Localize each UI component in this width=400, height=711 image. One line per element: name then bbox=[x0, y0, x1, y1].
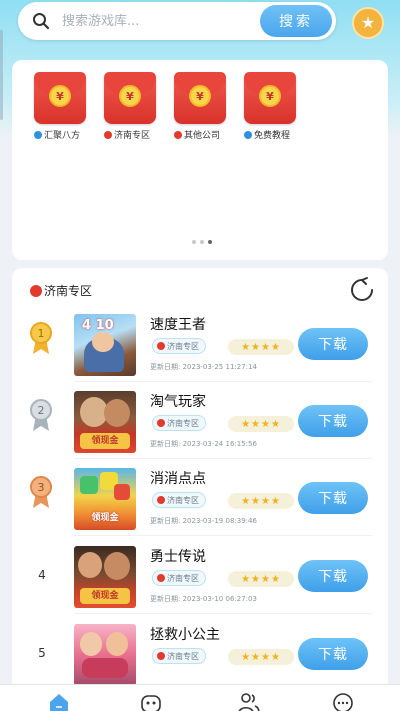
shortcut-item[interactable]: ¥ 汇聚八方 bbox=[34, 72, 94, 141]
search-icon bbox=[33, 13, 50, 30]
dot-icon bbox=[104, 130, 112, 139]
game-name: 淘气玩家 bbox=[150, 394, 206, 410]
update-date: 更新日期: 2023-03-10 06:27:03 bbox=[150, 595, 257, 603]
game-thumbnail[interactable]: 领现金 bbox=[74, 546, 136, 608]
shortcut-item[interactable]: ¥ 济南专区 bbox=[104, 72, 164, 141]
game-row[interactable]: 5 拯救小公主 济南专区 ★★★★ 下载 bbox=[12, 616, 388, 692]
rating-stars: ★★★★ bbox=[228, 649, 294, 665]
search-bar[interactable]: 搜索 bbox=[18, 2, 336, 40]
rating-stars: ★★★★ bbox=[228, 493, 294, 509]
zone-tag: 济南专区 bbox=[152, 338, 206, 354]
star-icon: ★ bbox=[360, 13, 376, 32]
bottom-nav bbox=[0, 684, 400, 711]
game-thumbnail[interactable]: 4 10 bbox=[74, 314, 136, 376]
rank-number: 4 bbox=[38, 568, 46, 582]
zone-tag: 济南专区 bbox=[152, 648, 206, 664]
rating-stars: ★★★★ bbox=[228, 339, 294, 355]
update-date: 更新日期: 2023-03-24 16:15:56 bbox=[150, 440, 257, 448]
shortcut-item[interactable]: ¥ 免费教程 bbox=[244, 72, 304, 141]
chat-icon[interactable] bbox=[332, 691, 354, 711]
game-row[interactable]: 3 领现金 消消点点 济南专区 ★★★★ 更新日期: 2023-03-19 08… bbox=[12, 460, 388, 536]
game-name: 拯救小公主 bbox=[150, 627, 220, 643]
section-title: 济南专区 bbox=[44, 284, 93, 298]
red-envelope-icon: ¥ bbox=[104, 72, 156, 124]
game-name: 速度王者 bbox=[150, 317, 206, 333]
rank-number: 5 bbox=[38, 646, 46, 660]
silver-medal-icon: 2 bbox=[30, 399, 52, 431]
refresh-icon[interactable] bbox=[348, 276, 376, 304]
shortcut-label: 其他公司 bbox=[184, 131, 221, 141]
shortcut-item[interactable]: ¥ 其他公司 bbox=[174, 72, 234, 141]
game-name: 勇士传说 bbox=[150, 549, 206, 565]
game-row[interactable]: 1 4 10 速度王者 济南专区 ★★★★ 更新日期: 2023-03-25 1… bbox=[12, 306, 388, 382]
dot-icon bbox=[174, 130, 182, 139]
dot-icon bbox=[244, 130, 252, 139]
red-envelope-icon: ¥ bbox=[34, 72, 86, 124]
zone-tag: 济南专区 bbox=[152, 415, 206, 431]
search-input[interactable] bbox=[62, 10, 252, 32]
game-thumbnail[interactable] bbox=[74, 624, 136, 686]
rating-stars: ★★★★ bbox=[228, 416, 294, 432]
game-thumbnail[interactable]: 领现金 bbox=[74, 391, 136, 453]
shortcut-card: ¥ 汇聚八方 ¥ 济南专区 ¥ 其他公司 ¥ 免费教程 bbox=[12, 60, 388, 260]
game-row[interactable]: 2 领现金 淘气玩家 济南专区 ★★★★ 更新日期: 2023-03-24 16… bbox=[12, 383, 388, 459]
scroll-indicator[interactable] bbox=[0, 30, 3, 120]
game-name: 消消点点 bbox=[150, 471, 206, 487]
shortcut-label: 济南专区 bbox=[114, 131, 151, 141]
users-icon[interactable] bbox=[238, 691, 260, 711]
download-button[interactable]: 下载 bbox=[298, 328, 368, 360]
svg-text:2: 2 bbox=[38, 404, 45, 417]
update-date: 更新日期: 2023-03-25 11:27:14 bbox=[150, 363, 257, 371]
avatar[interactable]: ★ bbox=[352, 7, 384, 39]
bronze-medal-icon: 3 bbox=[30, 476, 52, 508]
download-button[interactable]: 下载 bbox=[298, 482, 368, 514]
shortcut-label: 汇聚八方 bbox=[44, 131, 81, 141]
svg-text:1: 1 bbox=[38, 327, 45, 340]
dot-icon bbox=[34, 130, 42, 139]
red-envelope-icon: ¥ bbox=[244, 72, 296, 124]
zone-tag: 济南专区 bbox=[152, 492, 206, 508]
zone-tag: 济南专区 bbox=[152, 570, 206, 586]
gamepad-icon[interactable] bbox=[140, 691, 162, 711]
carousel-pager[interactable] bbox=[192, 240, 212, 244]
shortcut-label: 免费教程 bbox=[254, 131, 291, 141]
download-button[interactable]: 下载 bbox=[298, 638, 368, 670]
svg-text:3: 3 bbox=[38, 481, 45, 494]
update-date: 更新日期: 2023-03-19 08:39:46 bbox=[150, 517, 257, 525]
game-thumbnail[interactable]: 领现金 bbox=[74, 468, 136, 530]
game-list-card: 济南专区 1 4 10 速度王者 济南专区 ★★★★ 更新日期: 2023-03… bbox=[12, 268, 388, 698]
rating-stars: ★★★★ bbox=[228, 571, 294, 587]
section-header: 济南专区 bbox=[30, 282, 92, 299]
search-button[interactable]: 搜索 bbox=[260, 5, 332, 37]
gold-medal-icon: 1 bbox=[30, 322, 52, 354]
dot-icon bbox=[30, 284, 42, 297]
red-envelope-icon: ¥ bbox=[174, 72, 226, 124]
game-row[interactable]: 4 领现金 勇士传说 济南专区 ★★★★ 更新日期: 2023-03-10 06… bbox=[12, 538, 388, 614]
download-button[interactable]: 下载 bbox=[298, 405, 368, 437]
home-icon[interactable] bbox=[48, 691, 70, 711]
download-button[interactable]: 下载 bbox=[298, 560, 368, 592]
